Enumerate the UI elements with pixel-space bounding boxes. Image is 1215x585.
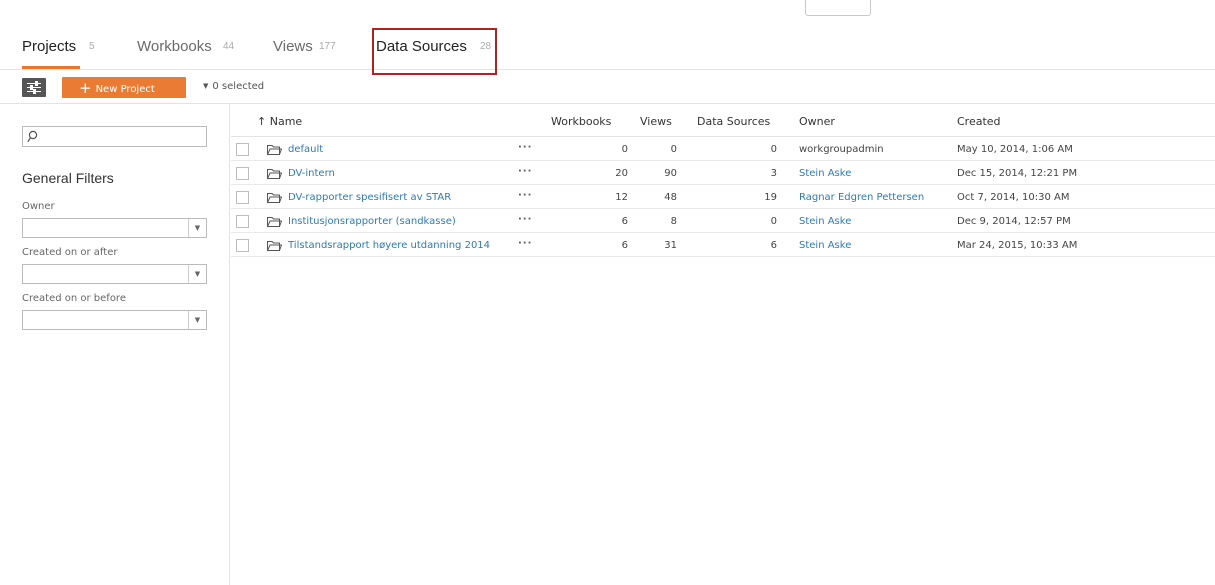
column-header-data-sources[interactable]: Data Sources	[697, 115, 770, 128]
data-sources-count: 6	[770, 240, 777, 251]
views-count: 8	[670, 216, 677, 227]
workbooks-count: 6	[621, 216, 628, 227]
selected-count: 0 selected	[212, 81, 265, 92]
folder-icon	[267, 145, 282, 155]
workbooks-count: 6	[621, 240, 628, 251]
column-header-views[interactable]: Views	[640, 115, 672, 128]
views-count: 90	[664, 168, 677, 179]
workbooks-count: 20	[615, 168, 628, 179]
filter-sidebar: General Filters Owner ▼ Created on or af…	[0, 104, 230, 585]
views-count: 31	[664, 240, 677, 251]
table-row[interactable]: DV-intern ··· 20 90 3 Stein Aske Dec 15, 2014,…	[231, 162, 1215, 185]
folder-icon	[267, 217, 282, 227]
owner-name[interactable]: Ragnar Edgren Pettersen	[799, 192, 924, 203]
data-sources-count: 3	[770, 168, 777, 179]
row-checkbox[interactable]	[236, 167, 249, 180]
created-before-select[interactable]: ▼	[22, 310, 207, 330]
workbooks-count: 12	[615, 192, 628, 203]
general-filters-title: General Filters	[22, 170, 114, 186]
chevron-down-icon: ▼	[188, 219, 206, 237]
project-name-link[interactable]: DV-intern	[288, 168, 335, 179]
folder-icon	[267, 193, 282, 203]
owner-name[interactable]: Stein Aske	[799, 240, 851, 251]
row-actions-menu[interactable]: ···	[518, 238, 532, 249]
row-actions-menu[interactable]: ···	[518, 142, 532, 153]
workbooks-count: 0	[621, 144, 628, 155]
toolbar: + New Project ▼ 0 selected	[0, 71, 1215, 104]
data-sources-count: 19	[764, 192, 777, 203]
owner-name[interactable]: Stein Aske	[799, 168, 851, 179]
highlight-box	[372, 28, 497, 75]
tab-views[interactable]: Views 177	[273, 34, 363, 70]
data-sources-count: 0	[770, 144, 777, 155]
row-actions-menu[interactable]: ···	[518, 190, 532, 201]
top-partial-button[interactable]	[805, 0, 871, 16]
sort-arrow-icon: ↑	[257, 115, 267, 128]
folder-icon	[267, 169, 282, 179]
data-sources-count: 0	[770, 216, 777, 227]
tab-count: 5	[89, 41, 95, 52]
row-actions-menu[interactable]: ···	[518, 166, 532, 177]
created-date: Dec 9, 2014, 12:57 PM	[957, 216, 1071, 227]
row-checkbox[interactable]	[236, 239, 249, 252]
created-date: Dec 15, 2014, 12:21 PM	[957, 168, 1078, 179]
project-name-link[interactable]: default	[288, 144, 323, 155]
folder-icon	[267, 241, 282, 251]
views-count: 0	[670, 144, 677, 155]
search-input[interactable]	[22, 126, 207, 147]
owner-name[interactable]: Stein Aske	[799, 216, 851, 227]
table-row[interactable]: Institusjonsrapporter (sandkasse) ··· 6 8 0 S…	[231, 210, 1215, 233]
table-header: ↑ Name Workbooks Views Data Sources Owne…	[231, 104, 1215, 137]
tab-label: Views	[273, 38, 313, 55]
row-checkbox[interactable]	[236, 215, 249, 228]
project-name-link[interactable]: Institusjonsrapporter (sandkasse)	[288, 216, 456, 227]
tab-label: Projects	[22, 38, 77, 55]
created-date: Mar 24, 2015, 10:33 AM	[957, 240, 1078, 251]
created-date: May 10, 2014, 1:06 AM	[957, 144, 1073, 155]
tab-workbooks[interactable]: Workbooks 44	[137, 34, 257, 70]
caret-down-icon: ▼	[203, 82, 209, 90]
row-checkbox[interactable]	[236, 191, 249, 204]
owner-name: workgroupadmin	[799, 144, 884, 155]
column-header-created[interactable]: Created	[957, 115, 1001, 128]
selection-dropdown[interactable]: ▼ 0 selected	[203, 81, 264, 92]
filter-label-created-after: Created on or after	[22, 247, 118, 258]
tab-count: 177	[319, 41, 336, 52]
new-project-label: New Project	[95, 84, 155, 95]
filter-label-owner: Owner	[22, 201, 55, 212]
column-header-workbooks[interactable]: Workbooks	[551, 115, 611, 128]
views-count: 48	[664, 192, 677, 203]
table-row[interactable]: DV-rapporter spesifisert av STAR ··· 12 48 1…	[231, 186, 1215, 209]
column-header-name[interactable]: ↑ Name	[257, 115, 302, 128]
new-project-button[interactable]: + New Project	[62, 77, 186, 98]
created-date: Oct 7, 2014, 10:30 AM	[957, 192, 1070, 203]
table-row[interactable]: Tilstandsrapport høyere utdanning 2014 ··…	[231, 234, 1215, 257]
search-icon	[27, 130, 38, 143]
plus-icon: +	[79, 79, 92, 97]
project-name-link[interactable]: Tilstandsrapport høyere utdanning 2014	[288, 240, 490, 251]
owner-select[interactable]: ▼	[22, 218, 207, 238]
content-tabs: Projects 5 Workbooks 44 Views 177 Data S…	[0, 34, 1215, 70]
filter-panel-toggle[interactable]	[22, 78, 46, 97]
filter-label-created-before: Created on or before	[22, 293, 126, 304]
tab-projects[interactable]: Projects 5	[22, 34, 95, 70]
row-checkbox[interactable]	[236, 143, 249, 156]
column-header-owner[interactable]: Owner	[799, 115, 835, 128]
row-actions-menu[interactable]: ···	[518, 214, 532, 225]
created-after-select[interactable]: ▼	[22, 264, 207, 284]
tab-count: 44	[223, 41, 235, 52]
project-name-link[interactable]: DV-rapporter spesifisert av STAR	[288, 192, 451, 203]
table-row[interactable]: default ··· 0 0 0 workgroupadmin May 10, 2014,…	[231, 138, 1215, 161]
tab-label: Workbooks	[137, 38, 212, 55]
chevron-down-icon: ▼	[188, 311, 206, 329]
chevron-down-icon: ▼	[188, 265, 206, 283]
